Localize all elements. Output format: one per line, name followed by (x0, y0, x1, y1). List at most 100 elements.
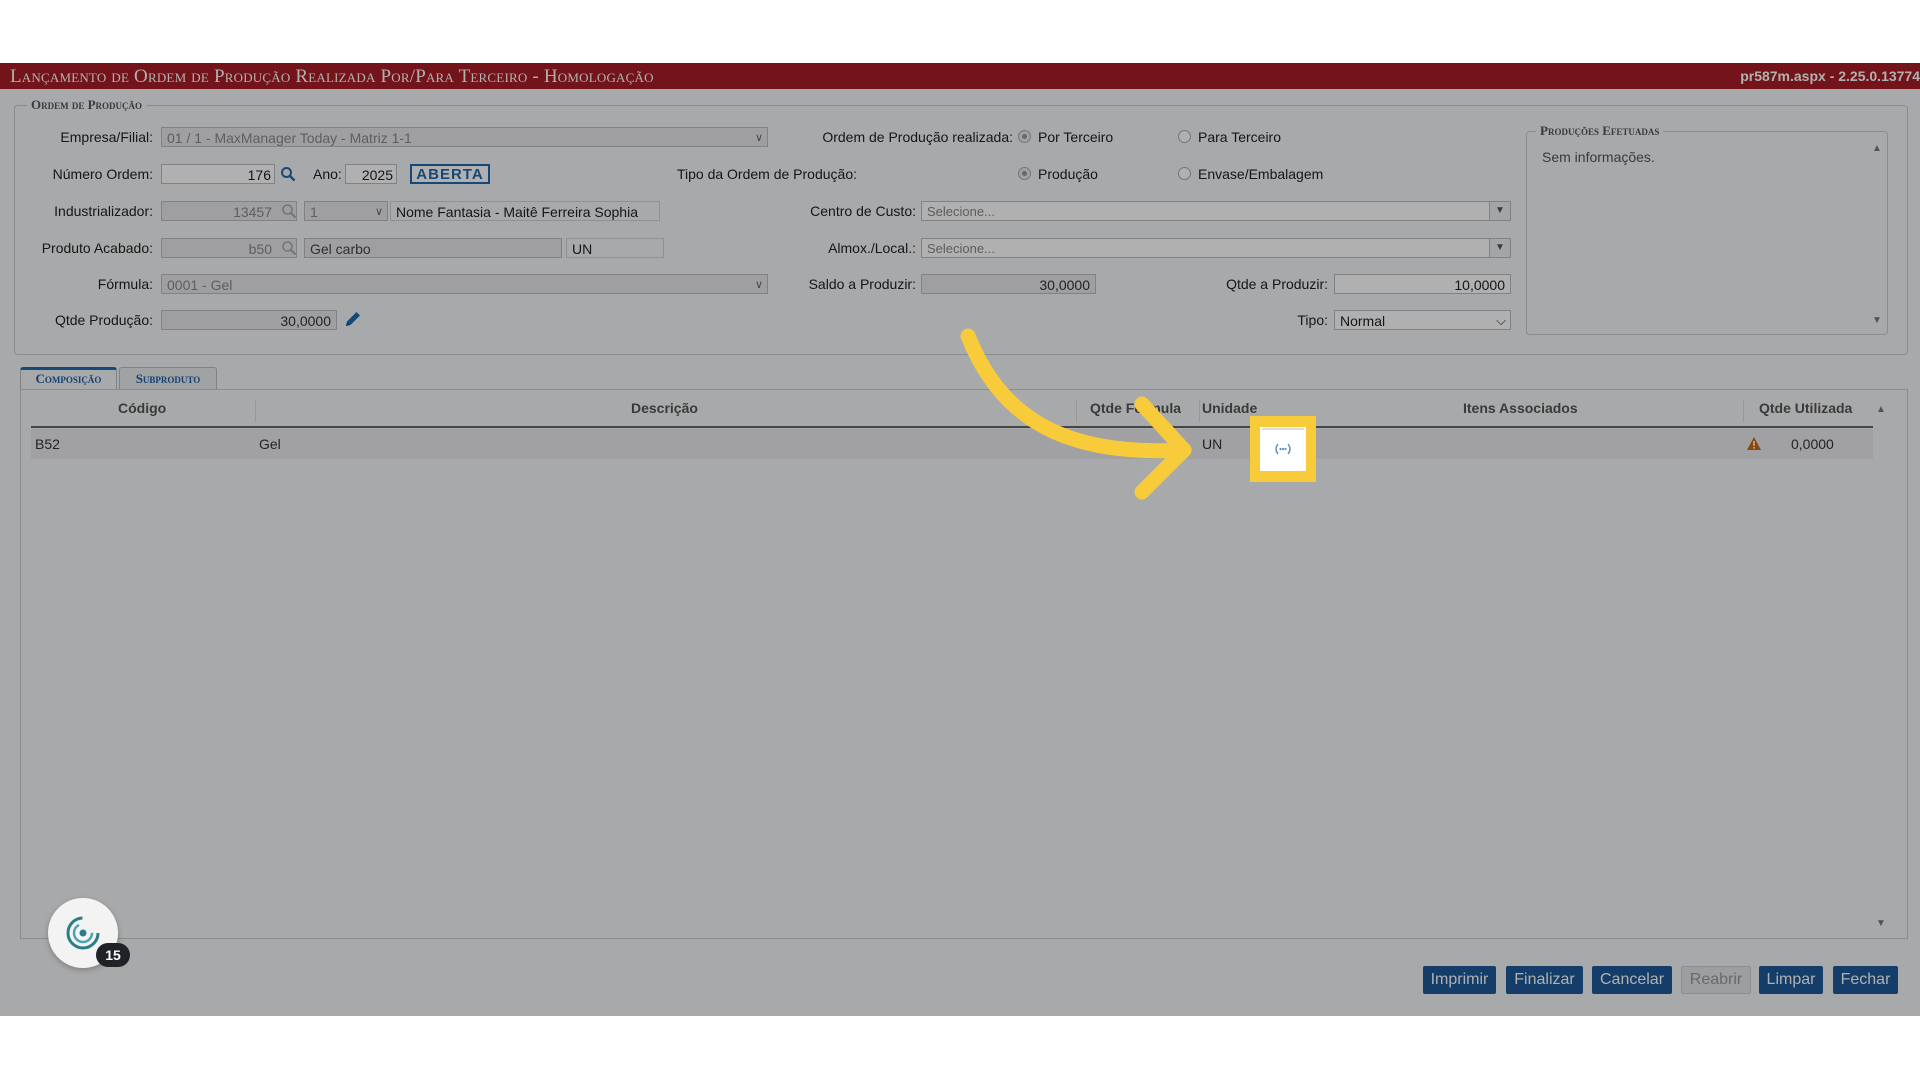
envase-option-label: Envase/Embalagem (1198, 166, 1324, 182)
imprimir-button[interactable]: Imprimir (1423, 966, 1496, 994)
tipo-ordem-label: Tipo da Ordem de Produção: (676, 166, 857, 182)
scroll-up-icon[interactable]: ▲ (1872, 143, 1882, 154)
limpar-button[interactable]: Limpar (1759, 966, 1823, 994)
col-separator (1743, 400, 1744, 422)
finalizar-button[interactable]: Finalizar (1506, 966, 1583, 994)
annotation-arrow-icon (960, 328, 1192, 500)
col-separator (255, 400, 256, 422)
tab-subproduto[interactable]: Subproduto (119, 367, 217, 389)
search-icon[interactable] (281, 203, 297, 219)
warning-icon (1747, 437, 1761, 450)
col-header-unidade[interactable]: Unidade (1202, 400, 1257, 416)
producoes-empty-text: Sem informações. (1542, 149, 1655, 165)
scroll-down-icon[interactable]: ▼ (1876, 918, 1886, 929)
produto-code-input[interactable]: b50 (161, 238, 297, 258)
window-title: Lançamento de Ordem de Produção Realizad… (10, 66, 654, 87)
scroll-down-icon[interactable]: ▼ (1872, 315, 1882, 326)
industrializador-seq-select[interactable]: 1 ∨ (304, 201, 388, 221)
industrializador-label: Industrializador: (54, 203, 153, 219)
saldo-value: 30,0000 (1039, 277, 1090, 293)
radio-para-terceiro[interactable] (1178, 130, 1191, 143)
produto-desc-text: Gel carbo (310, 241, 371, 257)
highlight-box (1250, 416, 1316, 482)
chevron-down-icon: ∨ (754, 279, 763, 291)
industrializador-code: 13457 (233, 204, 272, 220)
empresa-label: Empresa/Filial: (60, 129, 153, 145)
qtde-producao-input: 30,0000 (161, 310, 337, 330)
centro-custo-select[interactable]: Selecione... ▼ (921, 201, 1511, 221)
col-header-codigo[interactable]: Código (118, 400, 166, 416)
swirl-logo-icon (66, 916, 100, 950)
almox-placeholder: Selecione... (927, 241, 995, 256)
radio-producao[interactable] (1018, 167, 1031, 180)
qtde-producao-label: Qtde Produção: (54, 312, 153, 328)
title-bar: Lançamento de Ordem de Produção Realizad… (0, 63, 1920, 89)
ano-value: 2025 (361, 167, 393, 183)
col-header-qtde-utilizada[interactable]: Qtde Utilizada (1759, 400, 1852, 416)
col-header-itens-associados[interactable]: Itens Associados (1463, 400, 1578, 416)
numero-label: Número Ordem: (52, 166, 153, 182)
tipo-label: Tipo: (1297, 312, 1328, 328)
por-terceiro-label: Por Terceiro (1038, 129, 1114, 145)
formula-label: Fórmula: (97, 276, 153, 292)
industrializador-code-input[interactable]: 13457 (161, 201, 297, 221)
empresa-select[interactable]: 01 / 1 - MaxManager Today - Matriz 1-1 ∨ (161, 127, 768, 147)
search-icon[interactable] (281, 240, 297, 256)
producao-option-label: Produção (1038, 166, 1098, 182)
chevron-down-icon: ⌵ (1496, 313, 1506, 328)
numero-value: 176 (247, 167, 271, 183)
reabrir-button[interactable]: Reabrir (1681, 966, 1751, 994)
qtde-produzir-input[interactable]: 10,0000 (1334, 274, 1511, 294)
numero-ordem-input[interactable]: 176 (161, 164, 275, 184)
notification-count-badge: 15 (96, 943, 130, 967)
radio-por-terceiro[interactable] (1018, 130, 1031, 143)
tipo-select[interactable]: Normal ⌵ (1334, 310, 1511, 330)
almox-label: Almox./Local.: (828, 240, 916, 256)
saldo-input: 30,0000 (921, 274, 1096, 294)
produto-unit-text: UN (572, 241, 593, 257)
status-badge: ABERTA (410, 164, 490, 184)
produto-label: Produto Acabado: (41, 240, 153, 256)
almox-select[interactable]: Selecione... ▼ (921, 238, 1511, 258)
chevron-down-icon: ∨ (754, 132, 763, 144)
scroll-up-icon[interactable]: ▲ (1876, 404, 1886, 415)
realizada-label: Ordem de Produção realizada: (822, 129, 1013, 145)
ano-input[interactable]: 2025 (345, 164, 397, 184)
industrializador-name: Nome Fantasia - Maitê Ferreira Sophia (390, 201, 660, 221)
producoes-legend: Produções Efetuadas (1536, 123, 1664, 139)
more-icon (1275, 443, 1291, 455)
radio-envase[interactable] (1178, 167, 1191, 180)
produto-code: b50 (248, 241, 272, 257)
formula-value: 0001 - Gel (167, 277, 233, 293)
pencil-icon[interactable] (343, 309, 363, 329)
formula-select[interactable]: 0001 - Gel ∨ (161, 274, 768, 294)
search-icon[interactable] (280, 166, 296, 182)
ano-label: Ano: (313, 166, 342, 182)
dropdown-arrow-icon[interactable]: ▼ (1489, 202, 1510, 220)
version-label: pr587m.aspx - 2.25.0.13774 (1740, 68, 1920, 84)
tab-composicao[interactable]: Composição (20, 367, 117, 389)
itens-associados-button[interactable] (1260, 427, 1306, 471)
tipo-value: Normal (1340, 313, 1386, 329)
fechar-button[interactable]: Fechar (1833, 966, 1898, 994)
industrializador-name-text: Nome Fantasia - Maitê Ferreira Sophia (396, 204, 638, 220)
para-terceiro-label: Para Terceiro (1198, 129, 1282, 145)
produto-unit: UN (566, 238, 664, 258)
centro-custo-placeholder: Selecione... (927, 204, 995, 219)
cell-descricao: Gel (259, 436, 281, 452)
dropdown-arrow-icon[interactable]: ▼ (1489, 239, 1510, 257)
cell-qtde-utilizada: 0,0000 (1791, 436, 1834, 452)
chevron-down-icon: ∨ (374, 206, 383, 218)
saldo-label: Saldo a Produzir: (808, 276, 916, 292)
qtde-produzir-value: 10,0000 (1454, 277, 1505, 293)
ordem-legend: Ordem de Produção (27, 97, 147, 113)
cancelar-button[interactable]: Cancelar (1592, 966, 1672, 994)
centro-custo-label: Centro de Custo: (810, 203, 916, 219)
app-window: Lançamento de Ordem de Produção Realizad… (0, 63, 1920, 1016)
qtde-producao-value: 30,0000 (280, 313, 331, 329)
cell-unidade: UN (1202, 436, 1223, 452)
qtde-produzir-label: Qtde a Produzir: (1226, 276, 1328, 292)
col-header-descricao[interactable]: Descrição (631, 400, 698, 416)
produto-desc: Gel carbo (304, 238, 562, 258)
empresa-value: 01 / 1 - MaxManager Today - Matriz 1-1 (167, 130, 412, 146)
